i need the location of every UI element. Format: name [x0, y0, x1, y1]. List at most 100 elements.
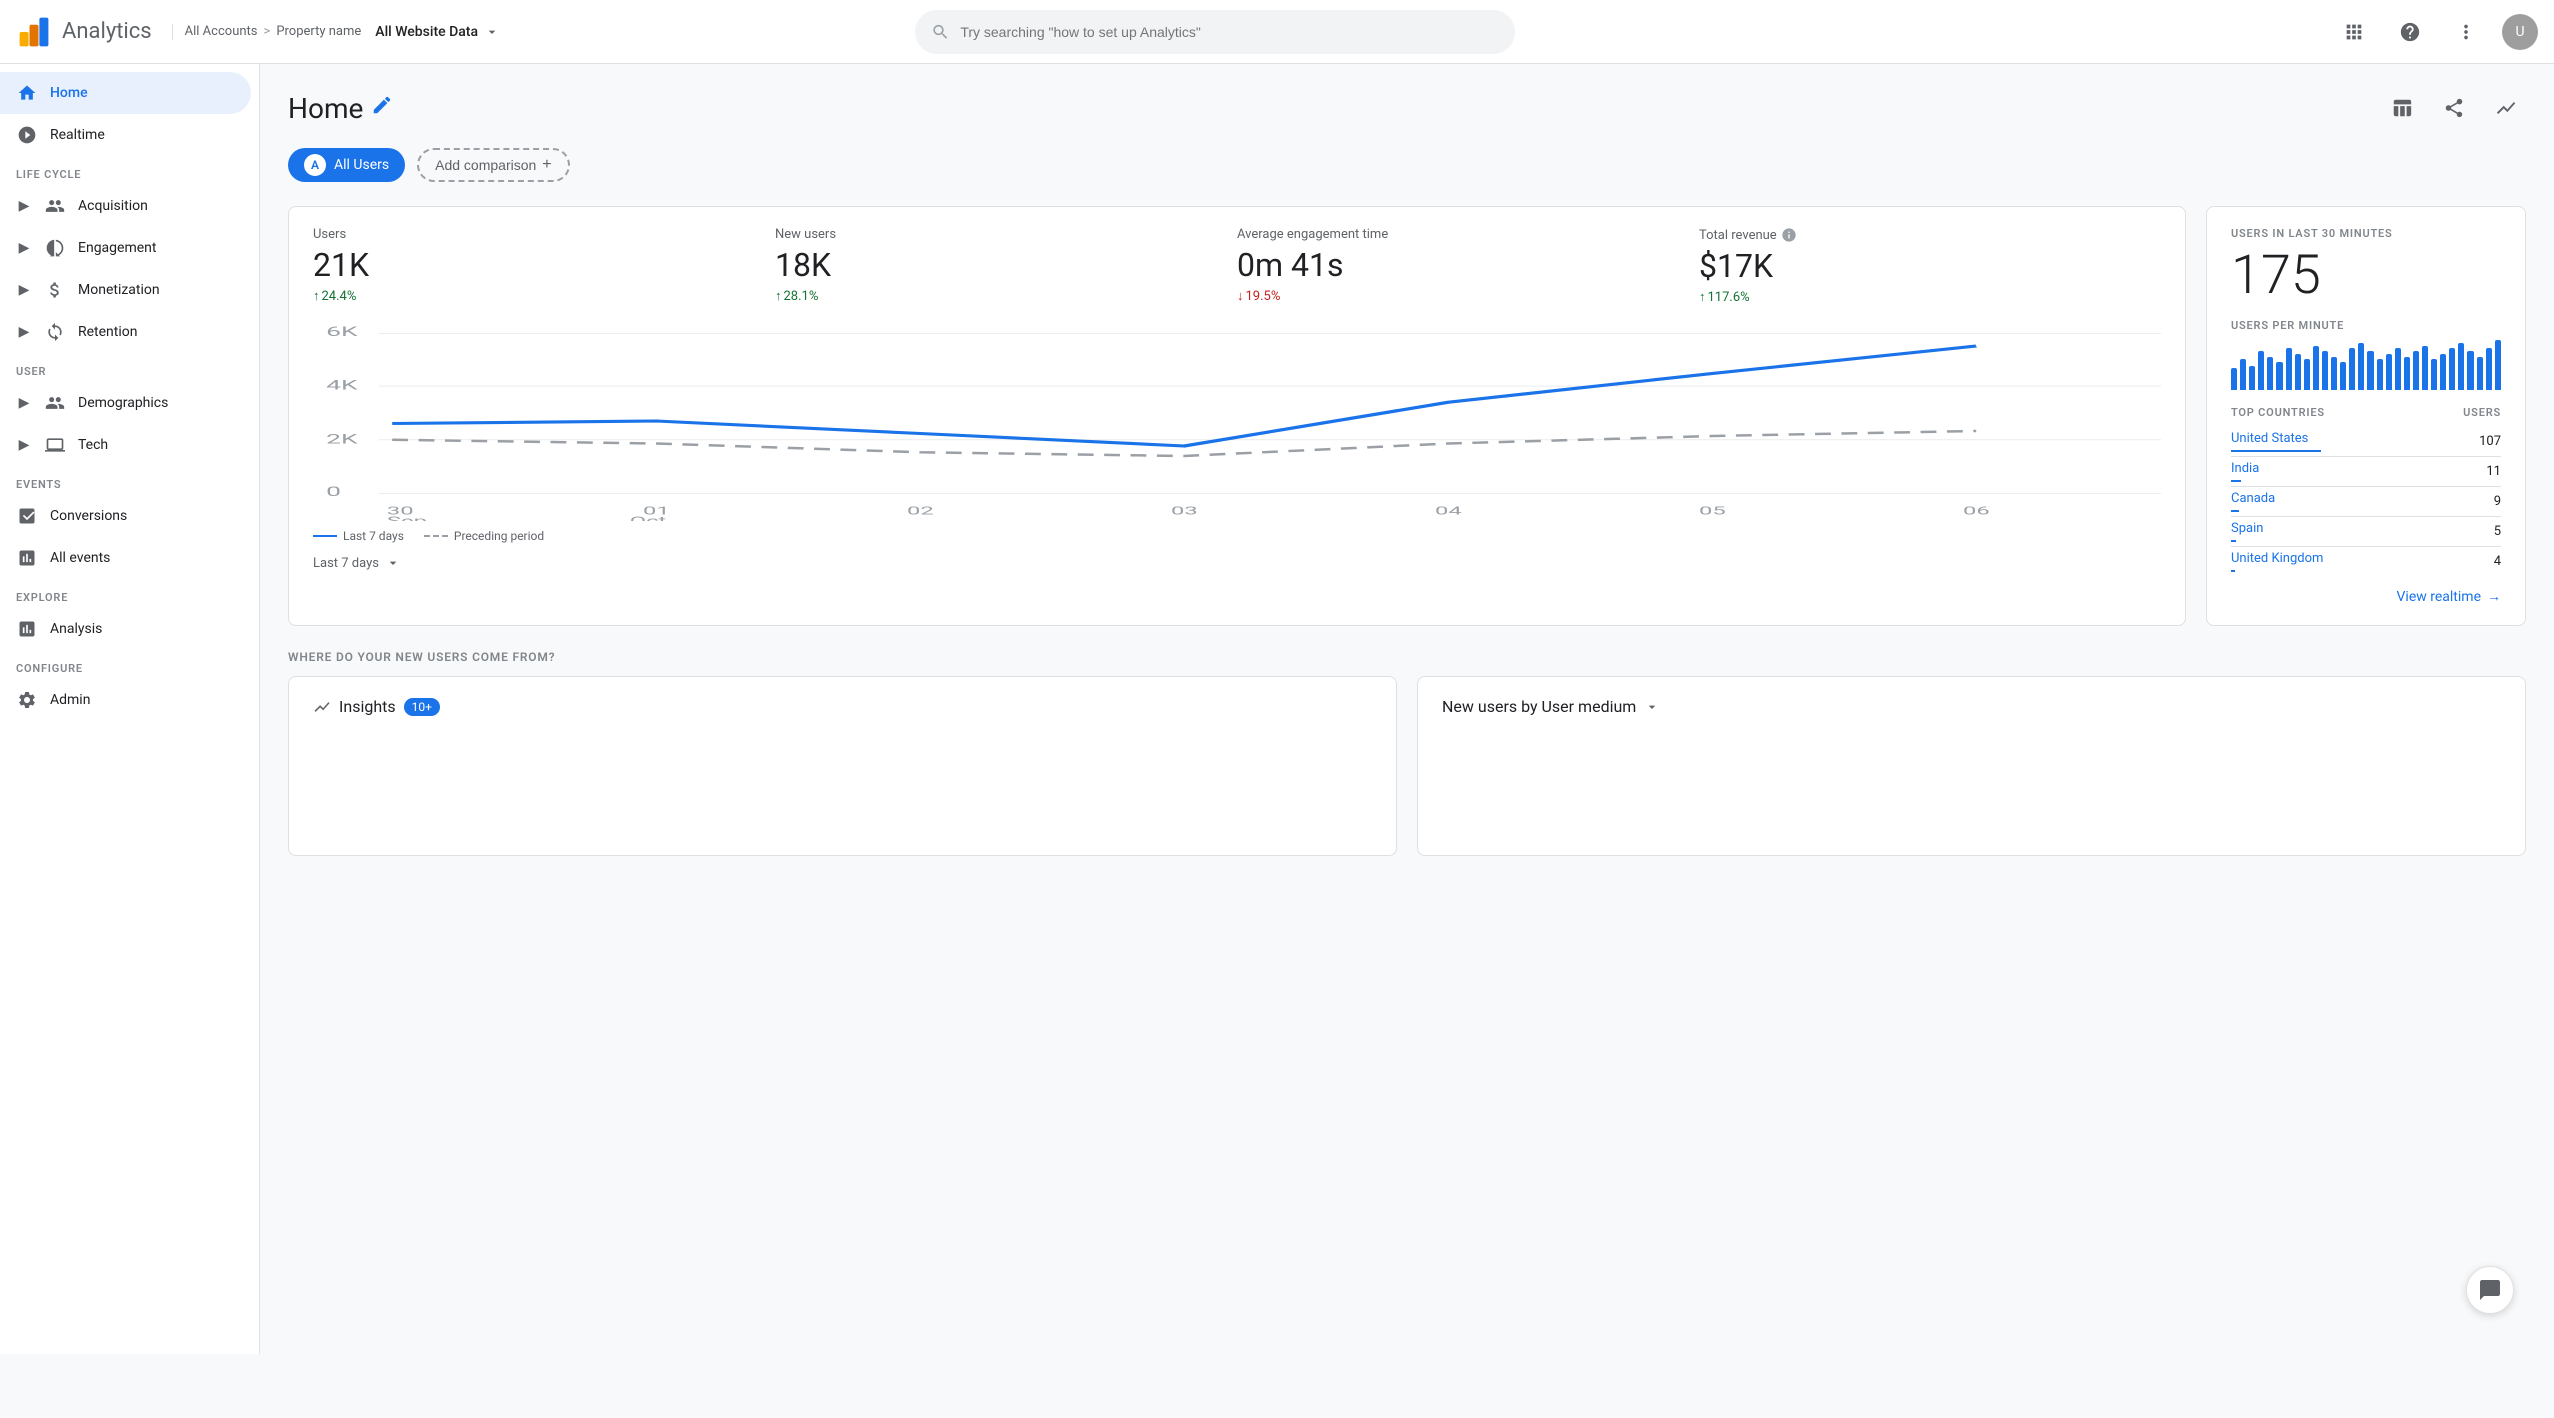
- insights-card: Insights 10+: [288, 676, 1397, 856]
- tech-icon: [44, 434, 66, 456]
- realtime-card: USERS IN LAST 30 MINUTES 175 USERS PER M…: [2206, 206, 2526, 626]
- chat-button[interactable]: [2466, 1266, 2514, 1314]
- admin-icon: [16, 689, 38, 711]
- insights-label: Insights: [339, 697, 396, 716]
- add-comparison-button[interactable]: Add comparison +: [417, 148, 570, 182]
- engagement-label: Average engagement time: [1237, 227, 1679, 242]
- view-realtime-label: View realtime: [2397, 589, 2481, 605]
- search-input[interactable]: [960, 24, 1499, 40]
- edit-page-icon[interactable]: [371, 94, 393, 122]
- bar: [2395, 348, 2401, 390]
- bar: [2449, 348, 2455, 390]
- app-logo: Analytics: [16, 14, 152, 50]
- realtime-icon: [16, 124, 38, 146]
- all-users-chip[interactable]: A All Users: [288, 148, 405, 182]
- bar: [2386, 354, 2392, 390]
- users-label: Users: [313, 227, 755, 242]
- add-comparison-label: Add comparison: [435, 157, 536, 173]
- sidebar-item-conversions[interactable]: Conversions: [0, 495, 251, 537]
- new-users-change-value: 28.1%: [784, 289, 819, 304]
- bar: [2331, 357, 2337, 390]
- bar: [2377, 359, 2383, 390]
- apps-button[interactable]: [2334, 12, 2374, 52]
- line-chart: 6K 4K 2K 0 30 Sep 01: [313, 321, 2161, 521]
- new-users-dropdown-label: New users by User medium: [1442, 697, 1636, 716]
- table-view-button[interactable]: [2382, 88, 2422, 128]
- sidebar-all-events-label: All events: [50, 550, 110, 566]
- search-bar[interactable]: [915, 10, 1515, 54]
- bar: [2477, 357, 2483, 390]
- insights-header: Insights 10+: [313, 697, 1372, 716]
- property-name: All Website Data: [375, 24, 478, 40]
- sidebar-item-all-events[interactable]: All events: [0, 537, 251, 579]
- country-row: Spain 5: [2231, 517, 2501, 547]
- home-icon: [16, 82, 38, 104]
- avatar[interactable]: U: [2502, 14, 2538, 50]
- breadcrumb-all-accounts[interactable]: All Accounts: [185, 24, 258, 39]
- svg-text:0: 0: [326, 485, 341, 500]
- country-name: United Kingdom: [2231, 551, 2323, 572]
- svg-text:06: 06: [1963, 504, 1990, 517]
- top-countries-header-label: TOP COUNTRIES: [2231, 406, 2325, 419]
- bar: [2367, 351, 2373, 390]
- chevron-down-icon: [1644, 699, 1660, 715]
- expand-icon: ▶: [16, 437, 32, 453]
- sidebar-item-acquisition[interactable]: ▶ Acquisition: [0, 185, 251, 227]
- sidebar-tech-label: Tech: [78, 437, 108, 453]
- country-row: United Kingdom 4: [2231, 547, 2501, 576]
- property-selector[interactable]: All Website Data: [375, 24, 500, 40]
- chat-icon: [2478, 1278, 2502, 1302]
- help-button[interactable]: [2390, 12, 2430, 52]
- sidebar-item-home[interactable]: Home: [0, 72, 251, 114]
- new-users-label: New users: [775, 227, 1217, 242]
- view-realtime-button[interactable]: View realtime →: [2231, 588, 2501, 605]
- new-users-header[interactable]: New users by User medium: [1442, 697, 2501, 716]
- sidebar-item-engagement[interactable]: ▶ Engagement: [0, 227, 251, 269]
- sidebar-monetization-label: Monetization: [78, 282, 160, 298]
- all-events-icon: [16, 547, 38, 569]
- breadcrumb: All Accounts > Property name All Website…: [172, 24, 500, 40]
- sidebar: Home Realtime LIFE CYCLE ▶ Acquisition ▶…: [0, 64, 260, 1354]
- sidebar-admin-label: Admin: [50, 692, 90, 708]
- sidebar-item-retention[interactable]: ▶ Retention: [0, 311, 251, 353]
- country-bar: [2231, 510, 2239, 512]
- insights-badge: 10+: [404, 698, 440, 716]
- bar: [2258, 351, 2264, 390]
- monetization-icon: [44, 279, 66, 301]
- analytics-view-button[interactable]: [2486, 88, 2526, 128]
- date-range-label: Last 7 days: [313, 556, 379, 571]
- new-users-value: 18K: [775, 246, 1217, 284]
- legend-preceding: Preceding period: [424, 529, 544, 543]
- country-name: Canada: [2231, 491, 2275, 512]
- down-arrow-icon: ↓: [1237, 288, 1244, 304]
- svg-text:2K: 2K: [326, 433, 357, 448]
- engagement-change-value: 19.5%: [1246, 289, 1281, 304]
- chevron-down-icon: [385, 555, 401, 571]
- country-row: India 11: [2231, 457, 2501, 487]
- sidebar-item-admin[interactable]: Admin: [0, 679, 251, 721]
- sidebar-item-analysis[interactable]: Analysis: [0, 608, 251, 650]
- bar: [2276, 362, 2282, 390]
- sidebar-item-realtime[interactable]: Realtime: [0, 114, 251, 156]
- bottom-row: Insights 10+ New users by User medium: [288, 676, 2526, 856]
- section-label-events: EVENTS: [0, 466, 259, 495]
- legend-preceding-label: Preceding period: [454, 529, 544, 543]
- section-label-configure: CONFIGURE: [0, 650, 259, 679]
- source-section-label: WHERE DO YOUR NEW USERS COME FROM?: [288, 650, 2526, 664]
- date-range-button[interactable]: Last 7 days: [313, 555, 401, 571]
- sidebar-realtime-label: Realtime: [50, 127, 105, 143]
- sidebar-item-demographics[interactable]: ▶ Demographics: [0, 382, 251, 424]
- sidebar-item-tech[interactable]: ▶ Tech: [0, 424, 251, 466]
- analysis-icon: [16, 618, 38, 640]
- revenue-change-value: 117.6%: [1708, 290, 1750, 305]
- expand-icon: ▶: [16, 198, 32, 214]
- legend-current-label: Last 7 days: [343, 529, 404, 543]
- bar-chart: [2231, 340, 2501, 390]
- bar: [2340, 362, 2346, 390]
- share-button[interactable]: [2434, 88, 2474, 128]
- breadcrumb-property: Property name: [276, 24, 361, 39]
- sidebar-item-monetization[interactable]: ▶ Monetization: [0, 269, 251, 311]
- more-button[interactable]: [2446, 12, 2486, 52]
- country-row: United States 107: [2231, 427, 2501, 457]
- legend-line-preceding: [424, 535, 448, 537]
